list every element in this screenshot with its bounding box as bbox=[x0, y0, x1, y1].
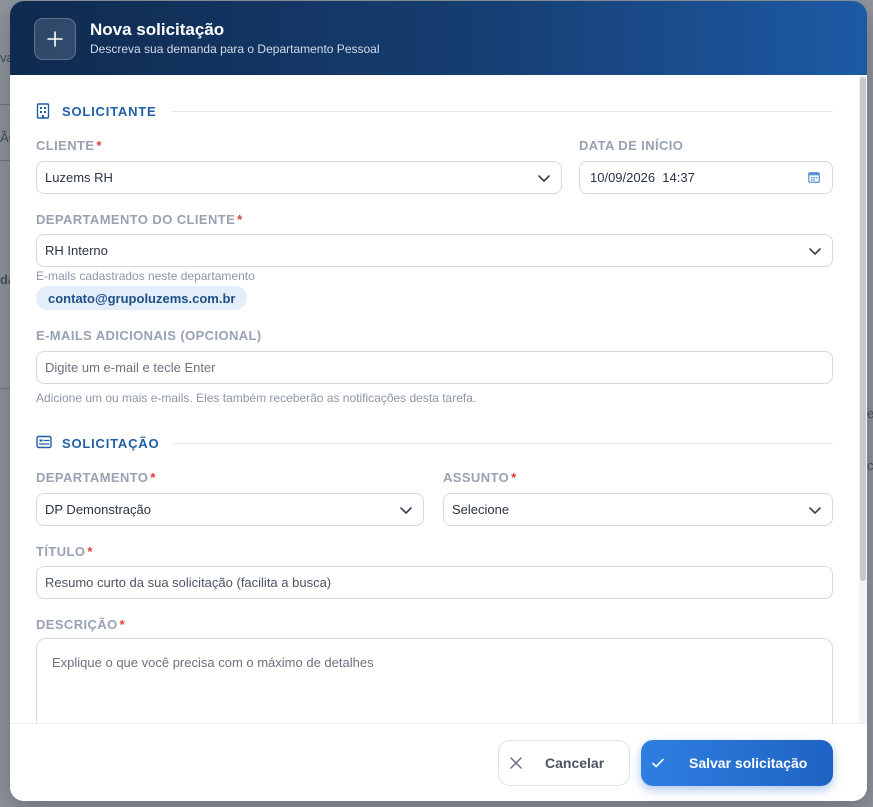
modal-scrollbar[interactable] bbox=[859, 75, 867, 723]
new-request-modal: Nova solicitação Descreva sua demanda pa… bbox=[10, 1, 867, 801]
save-label: Salvar solicitação bbox=[689, 755, 808, 771]
additional-emails-input[interactable]: Digite um e-mail e tecle Enter bbox=[36, 351, 833, 384]
modal-subtitle: Descreva sua demanda para o Departamento… bbox=[90, 42, 380, 56]
chevron-down-icon bbox=[537, 171, 551, 185]
modal-footer: Cancelar Salvar solicitação bbox=[10, 723, 867, 801]
chevron-down-icon bbox=[808, 503, 822, 517]
modal-body: SOLICITANTE CLIENTE * Luzems RH DATA DE I… bbox=[10, 75, 867, 723]
start-date-label: DATA DE INÍCIO bbox=[579, 138, 684, 153]
subject-label: ASSUNTO * bbox=[443, 470, 517, 485]
email-chip: contato@grupoluzems.com.br bbox=[36, 286, 248, 310]
check-icon bbox=[651, 756, 665, 770]
client-select[interactable]: Luzems RH bbox=[36, 161, 562, 194]
client-department-value: RH Interno bbox=[45, 243, 108, 258]
description-textarea[interactable]: Explique o que você precisa com o máximo… bbox=[36, 638, 833, 723]
plus-icon bbox=[34, 18, 76, 60]
description-label: DESCRIÇÃO * bbox=[36, 617, 126, 632]
department-value: DP Demonstração bbox=[45, 502, 151, 517]
chevron-down-icon bbox=[808, 244, 822, 258]
subject-value: Selecione bbox=[452, 502, 510, 517]
additional-emails-placeholder: Digite um e-mail e tecle Enter bbox=[45, 360, 216, 375]
section-divider bbox=[170, 110, 833, 112]
close-icon bbox=[509, 756, 523, 770]
save-request-button[interactable]: Salvar solicitação bbox=[641, 740, 833, 786]
section-requester-title: SOLICITANTE bbox=[62, 103, 157, 119]
title-input[interactable]: Resumo curto da sua solicitação (facilit… bbox=[36, 566, 833, 599]
building-icon bbox=[36, 103, 52, 119]
additional-emails-label: E-MAILS ADICIONAIS (OPCIONAL) bbox=[36, 328, 262, 343]
title-placeholder: Resumo curto da sua solicitação (facilit… bbox=[45, 575, 332, 590]
cancel-label: Cancelar bbox=[545, 755, 605, 771]
section-requester-header: SOLICITANTE bbox=[36, 101, 833, 121]
description-placeholder: Explique o que você precisa com o máximo… bbox=[52, 655, 374, 670]
section-divider bbox=[173, 442, 833, 444]
section-request-header: SOLICITAÇÃO bbox=[36, 433, 833, 453]
calendar-icon[interactable] bbox=[808, 171, 822, 185]
client-department-label: DEPARTAMENTO DO CLIENTE * bbox=[36, 212, 243, 227]
client-value: Luzems RH bbox=[45, 170, 113, 185]
additional-emails-hint: Adicione um ou mais e-mails. Eles também… bbox=[36, 391, 477, 405]
department-label: DEPARTAMENTO * bbox=[36, 470, 156, 485]
start-date-input[interactable]: 10/09/2026 14:37 bbox=[579, 161, 833, 194]
client-label: CLIENTE * bbox=[36, 138, 102, 153]
chevron-down-icon bbox=[399, 503, 413, 517]
modal-title: Nova solicitação bbox=[90, 20, 225, 39]
id-card-icon bbox=[36, 435, 52, 451]
title-label: TÍTULO * bbox=[36, 544, 93, 559]
cancel-button[interactable]: Cancelar bbox=[498, 740, 630, 786]
scrollbar-thumb[interactable] bbox=[860, 77, 866, 581]
section-request-title: SOLICITAÇÃO bbox=[62, 435, 160, 451]
start-date-value: 10/09/2026 14:37 bbox=[590, 170, 695, 185]
department-select[interactable]: DP Demonstração bbox=[36, 493, 424, 526]
subject-select[interactable]: Selecione bbox=[443, 493, 833, 526]
modal-header: Nova solicitação Descreva sua demanda pa… bbox=[10, 1, 867, 75]
registered-emails-hint: E-mails cadastrados neste departamento bbox=[36, 269, 255, 283]
client-department-select[interactable]: RH Interno bbox=[36, 234, 833, 267]
